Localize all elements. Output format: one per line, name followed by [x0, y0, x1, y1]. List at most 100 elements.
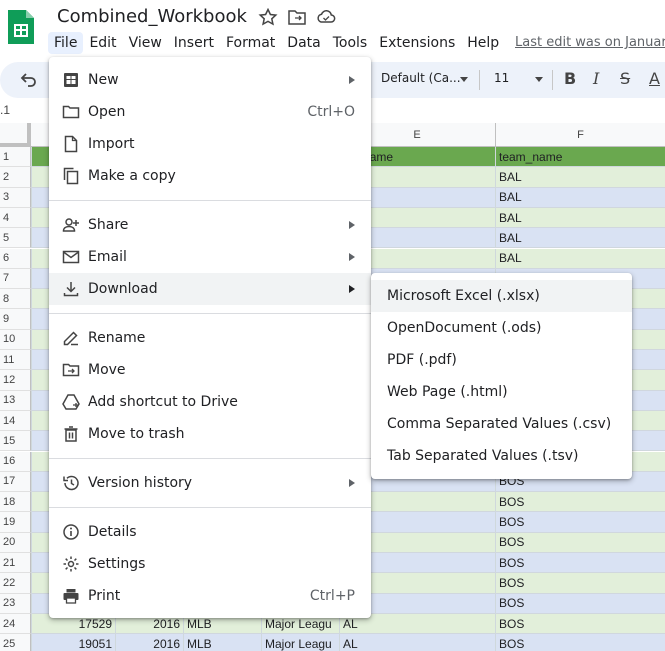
menu-item-make-copy[interactable]: Make a copy [49, 160, 371, 192]
menu-item-move[interactable]: Move [49, 354, 371, 386]
download-tsv[interactable]: Tab Separated Values (.tsv) [371, 440, 632, 472]
download-csv[interactable]: Comma Separated Values (.csv) [371, 408, 632, 440]
row-header[interactable]: 17 [0, 471, 31, 493]
sheets-logo-icon[interactable] [6, 8, 36, 46]
menu-item-new[interactable]: New [49, 64, 371, 96]
menu-item-download[interactable]: Download [49, 273, 371, 305]
cell-f[interactable]: BOS [495, 593, 665, 613]
row-header[interactable]: 9 [0, 309, 31, 330]
row-header[interactable]: 11 [0, 350, 31, 371]
cell-f[interactable]: BAL [495, 187, 665, 207]
menu-item-print[interactable]: Print Ctrl+P [49, 580, 371, 612]
submenu-arrow-icon [349, 479, 355, 487]
download-html[interactable]: Web Page (.html) [371, 376, 632, 408]
move-folder-icon[interactable] [287, 8, 307, 26]
cell-f[interactable]: BAL [495, 248, 665, 268]
menu-item-label: Rename [88, 330, 146, 346]
menu-item-move-to-trash[interactable]: Move to trash [49, 418, 371, 450]
row-header[interactable]: 6 [0, 248, 31, 269]
row-header[interactable]: 12 [0, 370, 31, 391]
cell-a[interactable]: 19051 [31, 634, 115, 651]
cell-f[interactable]: BOS [495, 553, 665, 573]
menu-format[interactable]: Format [220, 32, 281, 54]
menu-insert[interactable]: Insert [168, 32, 220, 54]
row-header[interactable]: 15 [0, 431, 31, 452]
row-header[interactable]: 24 [0, 613, 31, 635]
menu-tools[interactable]: Tools [327, 32, 374, 54]
row-header[interactable]: 21 [0, 553, 31, 574]
menu-view[interactable]: View [123, 32, 168, 54]
strikethrough-button[interactable]: S [620, 69, 630, 88]
cell-f[interactable]: BOS [495, 512, 665, 532]
name-box[interactable]: .1 [0, 103, 10, 117]
cell-c[interactable]: MLB [183, 634, 261, 651]
cell-f[interactable]: BOS [495, 634, 665, 651]
row-header[interactable]: 19 [0, 512, 31, 533]
select-all-corner[interactable] [0, 123, 31, 147]
undo-icon[interactable] [18, 70, 38, 90]
menu-item-share[interactable]: Share [49, 209, 371, 241]
cell-f[interactable]: BOS [495, 492, 665, 512]
cell-d[interactable]: Major Leagu [261, 634, 339, 651]
menu-item-import[interactable]: Import [49, 128, 371, 160]
cell-f[interactable]: BOS [495, 573, 665, 593]
menu-data[interactable]: Data [281, 32, 326, 54]
cell-f[interactable]: BAL [495, 167, 665, 187]
menu-item-rename[interactable]: Rename [49, 322, 371, 354]
cloud-saved-icon[interactable] [316, 8, 336, 26]
menu-edit[interactable]: Edit [83, 32, 122, 54]
row-header[interactable]: 16 [0, 451, 31, 472]
row-header[interactable]: 8 [0, 289, 31, 310]
menu-item-label: New [88, 72, 119, 88]
row-header[interactable]: 13 [0, 390, 31, 411]
chevron-down-icon [535, 77, 543, 82]
menu-item-label: Details [88, 524, 137, 540]
copy-icon [63, 167, 79, 185]
cell-f[interactable]: team_name [495, 147, 665, 167]
font-size-select[interactable]: 11 [494, 71, 509, 85]
font-family-select[interactable]: Default (Ca... [381, 71, 461, 85]
menu-item-label: Import [88, 136, 135, 152]
row-header[interactable]: 18 [0, 492, 31, 513]
cell-f[interactable]: BOS [495, 532, 665, 552]
cell-f[interactable]: BOS [495, 613, 665, 634]
menu-file[interactable]: File [48, 32, 84, 54]
download-submenu: Microsoft Excel (.xlsx) OpenDocument (.o… [371, 273, 632, 479]
download-pdf[interactable]: PDF (.pdf) [371, 344, 632, 376]
cell-b[interactable]: 2016 [115, 634, 183, 651]
column-header-f[interactable]: F [495, 123, 665, 147]
row-header[interactable]: 25 [0, 634, 31, 651]
download-xlsx[interactable]: Microsoft Excel (.xlsx) [371, 280, 632, 312]
cell-f[interactable]: BAL [495, 228, 665, 248]
menu-extensions[interactable]: Extensions [373, 32, 461, 54]
menu-item-open[interactable]: Open Ctrl+O [49, 96, 371, 128]
text-color-button[interactable]: A [649, 69, 660, 88]
download-ods[interactable]: OpenDocument (.ods) [371, 312, 632, 344]
row-header[interactable]: 10 [0, 329, 31, 350]
cell-e[interactable]: AL [339, 634, 495, 651]
bold-button[interactable]: B [564, 69, 576, 88]
file-menu: New Open Ctrl+O Import Make a copy Share… [49, 57, 371, 618]
row-header[interactable]: 4 [0, 207, 31, 229]
row-header[interactable]: 2 [0, 167, 31, 188]
row-header[interactable]: 20 [0, 532, 31, 553]
last-edit-link[interactable]: Last edit was on January [515, 35, 665, 50]
menu-item-email[interactable]: Email [49, 241, 371, 273]
row-header[interactable]: 14 [0, 410, 31, 432]
menu-item-details[interactable]: Details [49, 516, 371, 548]
row-header[interactable]: 22 [0, 573, 31, 594]
row-header[interactable]: 5 [0, 228, 31, 249]
row-header[interactable]: 23 [0, 593, 31, 614]
menu-help[interactable]: Help [461, 32, 505, 54]
info-icon [63, 524, 79, 540]
cell-f[interactable]: BAL [495, 207, 665, 228]
menu-item-version-history[interactable]: Version history [49, 467, 371, 499]
document-title[interactable]: Combined_Workbook [57, 6, 247, 27]
row-header[interactable]: 7 [0, 268, 31, 290]
menu-item-add-shortcut[interactable]: Add shortcut to Drive [49, 386, 371, 418]
star-icon[interactable] [258, 8, 278, 26]
italic-button[interactable]: I [593, 69, 599, 88]
row-header[interactable]: 1 [0, 147, 31, 168]
menu-item-settings[interactable]: Settings [49, 548, 371, 580]
row-header[interactable]: 3 [0, 187, 31, 208]
